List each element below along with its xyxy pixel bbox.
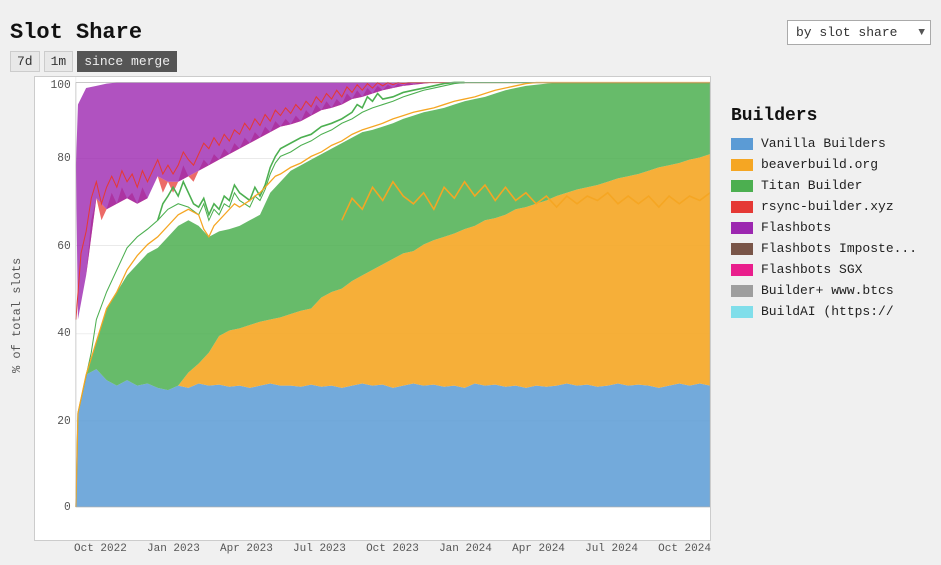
x-label-jul2023: Jul 2023: [293, 543, 346, 555]
chart-and-xaxis: 0 20 40 60 80 100: [34, 76, 711, 555]
legend-color-builderplus: [731, 285, 753, 297]
legend-color-titan: [731, 180, 753, 192]
legend-item-flashbots-imposte: Flashbots Imposte...: [731, 241, 931, 256]
legend-label-flashbots: Flashbots: [761, 220, 831, 235]
x-label-jul2024: Jul 2024: [585, 543, 638, 555]
legend: Builders Vanilla Builders beaverbuild.or…: [721, 76, 931, 555]
legend-label-titan: Titan Builder: [761, 178, 862, 193]
x-label-oct2022: Oct 2022: [74, 543, 127, 555]
time-btn-since-merge[interactable]: since merge: [77, 51, 177, 72]
dropdown-container[interactable]: by slot shareby block count ▼: [787, 20, 931, 45]
legend-item-rsync: rsync-builder.xyz: [731, 199, 931, 214]
legend-color-beaver: [731, 159, 753, 171]
legend-title: Builders: [731, 106, 931, 126]
page-title: Slot Share: [10, 20, 177, 45]
legend-item-titan: Titan Builder: [731, 178, 931, 193]
legend-label-builderplus: Builder+ www.btcs: [761, 283, 894, 298]
y-axis-label: % of total slots: [10, 76, 24, 555]
time-controls: 7d 1m since merge: [10, 51, 177, 72]
header: Slot Share 7d 1m since merge by slot sha…: [10, 20, 931, 72]
sort-dropdown[interactable]: by slot shareby block count: [787, 20, 931, 45]
svg-text:80: 80: [57, 150, 70, 165]
time-btn-1m[interactable]: 1m: [44, 51, 74, 72]
legend-item-flashbots: Flashbots: [731, 220, 931, 235]
x-label-apr2024: Apr 2024: [512, 543, 565, 555]
svg-text:40: 40: [57, 326, 70, 341]
legend-item-buildai: BuildAI (https://: [731, 304, 931, 319]
legend-label-vanilla: Vanilla Builders: [761, 136, 886, 151]
legend-label-buildai: BuildAI (https://: [761, 304, 894, 319]
legend-color-flashbots-sgx: [731, 264, 753, 276]
legend-label-rsync: rsync-builder.xyz: [761, 199, 894, 214]
legend-label-beaver: beaverbuild.org: [761, 157, 878, 172]
legend-color-buildai: [731, 306, 753, 318]
svg-text:60: 60: [57, 239, 70, 254]
legend-color-vanilla: [731, 138, 753, 150]
legend-item-flashbots-sgx: Flashbots SGX: [731, 262, 931, 277]
x-axis: Oct 2022 Jan 2023 Apr 2023 Jul 2023 Oct …: [34, 541, 711, 555]
legend-label-flashbots-sgx: Flashbots SGX: [761, 262, 862, 277]
legend-label-flashbots-imposte: Flashbots Imposte...: [761, 241, 917, 256]
x-label-oct2024: Oct 2024: [658, 543, 711, 555]
time-btn-7d[interactable]: 7d: [10, 51, 40, 72]
legend-color-flashbots-imposte: [731, 243, 753, 255]
svg-text:0: 0: [64, 500, 71, 515]
legend-item-vanilla: Vanilla Builders: [731, 136, 931, 151]
x-label-jan2024: Jan 2024: [439, 543, 492, 555]
svg-text:20: 20: [57, 414, 70, 429]
svg-text:100: 100: [51, 78, 71, 93]
area-vanilla: [76, 369, 710, 507]
left-header: Slot Share 7d 1m since merge: [10, 20, 177, 72]
x-label-jan2023: Jan 2023: [147, 543, 200, 555]
x-label-oct2023: Oct 2023: [366, 543, 419, 555]
chart-area: % of total slots 0 20 40 60 80: [10, 76, 931, 555]
legend-item-beaver: beaverbuild.org: [731, 157, 931, 172]
legend-item-builderplus: Builder+ www.btcs: [731, 283, 931, 298]
x-label-apr2023: Apr 2023: [220, 543, 273, 555]
main-container: Slot Share 7d 1m since merge by slot sha…: [0, 0, 941, 565]
chart-svg: 0 20 40 60 80 100: [35, 77, 710, 540]
legend-color-rsync: [731, 201, 753, 213]
legend-color-flashbots: [731, 222, 753, 234]
chart-wrapper: 0 20 40 60 80 100: [34, 76, 711, 541]
